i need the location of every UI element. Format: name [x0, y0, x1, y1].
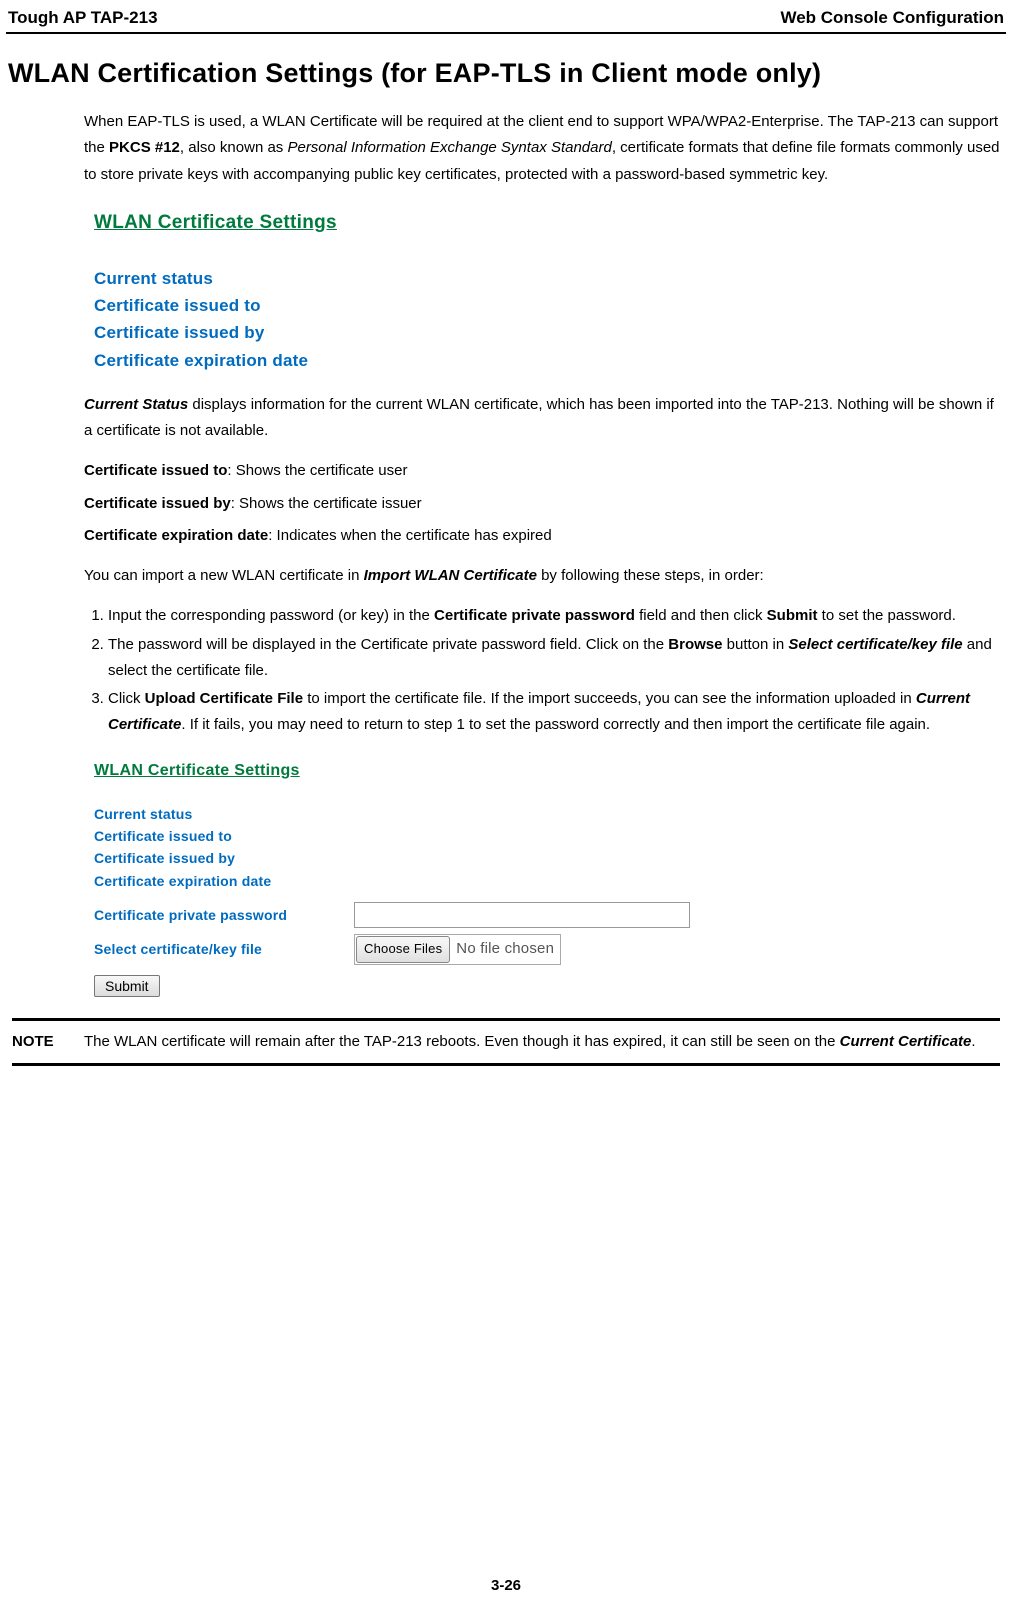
current-status-desc: Current Status displays information for …: [84, 392, 1000, 445]
wlan-cert-screenshot-1: WLAN Certificate Settings Current status…: [94, 206, 854, 374]
submit-button[interactable]: Submit: [94, 975, 160, 997]
choose-files-button[interactable]: Choose Files: [356, 936, 450, 963]
page-title: WLAN Certification Settings (for EAP-TLS…: [6, 58, 1006, 89]
sc-row: Certificate issued to: [94, 825, 854, 847]
sc-row: Certificate expiration date: [94, 347, 854, 374]
cert-password-row: Certificate private password: [94, 902, 854, 928]
sc-row: Certificate issued by: [94, 847, 854, 869]
import-intro: You can import a new WLAN certificate in…: [84, 563, 1000, 589]
step-2: The password will be displayed in the Ce…: [108, 632, 1000, 685]
header-right: Web Console Configuration: [780, 8, 1004, 28]
sc-row: Certificate expiration date: [94, 870, 854, 892]
sc-row: Current status: [94, 803, 854, 825]
cert-expiration-desc: Certificate expiration date: Indicates w…: [84, 523, 1000, 549]
cert-password-label: Certificate private password: [94, 904, 354, 926]
note-label: NOTE: [12, 1029, 84, 1055]
import-steps-list: Input the corresponding password (or key…: [84, 603, 1000, 738]
file-chooser[interactable]: Choose Files No file chosen: [354, 934, 561, 965]
step-1: Input the corresponding password (or key…: [108, 603, 1000, 629]
note-block: NOTE The WLAN certificate will remain af…: [12, 1018, 1000, 1066]
header-left: Tough AP TAP-213: [8, 8, 158, 28]
wlan-cert-screenshot-2: WLAN Certificate Settings Current status…: [94, 757, 854, 1001]
select-file-label: Select certificate/key file: [94, 938, 354, 960]
page-number: 3-26: [0, 1577, 1012, 1594]
screenshot-title: WLAN Certificate Settings: [94, 206, 337, 239]
step-3: Click Upload Certificate File to import …: [108, 686, 1000, 739]
sc-row: Certificate issued to: [94, 292, 854, 319]
cert-issued-to-desc: Certificate issued to: Shows the certifi…: [84, 458, 1000, 484]
screenshot-title: WLAN Certificate Settings: [94, 757, 300, 785]
intro-paragraph: When EAP-TLS is used, a WLAN Certificate…: [84, 109, 1000, 188]
cert-password-input[interactable]: [354, 902, 690, 928]
sc-row: Current status: [94, 265, 854, 292]
sc-row: Certificate issued by: [94, 319, 854, 346]
no-file-chosen-text: No file chosen: [456, 937, 554, 961]
note-text: The WLAN certificate will remain after t…: [84, 1029, 1000, 1055]
header-rule: [6, 32, 1006, 34]
select-file-row: Select certificate/key file Choose Files…: [94, 934, 854, 965]
page-header: Tough AP TAP-213 Web Console Configurati…: [6, 8, 1006, 32]
cert-issued-by-desc: Certificate issued by: Shows the certifi…: [84, 491, 1000, 517]
